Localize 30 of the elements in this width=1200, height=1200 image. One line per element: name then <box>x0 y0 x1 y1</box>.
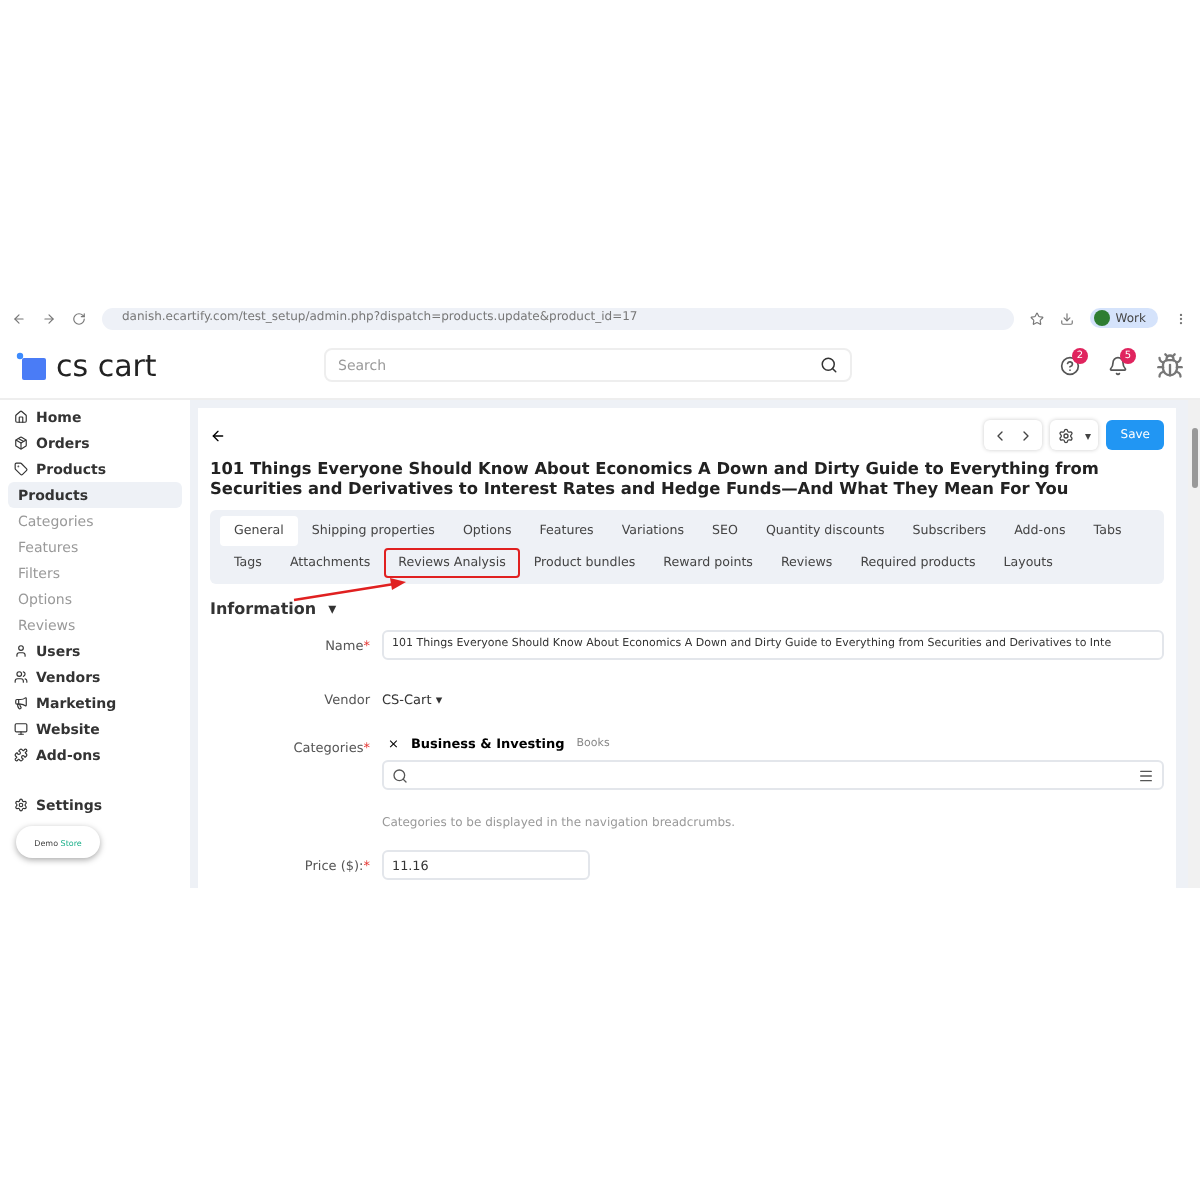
scrollbar-thumb[interactable] <box>1191 428 1197 488</box>
section-title[interactable]: Information <box>210 600 317 618</box>
menu-item-icon <box>14 722 28 736</box>
menu-item-icon <box>14 436 28 450</box>
settings-icon <box>1058 427 1075 443</box>
menu-item-icon <box>14 748 28 762</box>
settings-icon <box>14 798 28 812</box>
menu-icon[interactable] <box>1174 311 1188 325</box>
avatar-icon[interactable] <box>1156 351 1184 379</box>
download-icon[interactable] <box>1059 311 1074 325</box>
search-icon[interactable] <box>820 356 838 374</box>
product-title: 101 Things Everyone Should Know About Economics A Down and Dirty Guide to Everything from Securities and Derivatives to Interest Rates and Hedge Funds—And What They Mean For You <box>210 458 1101 498</box>
back-icon[interactable] <box>12 311 26 325</box>
menu-item-icon <box>14 462 28 476</box>
menu-item-icon <box>14 696 28 710</box>
annotation-arrow <box>294 574 410 602</box>
pagination-buttons[interactable] <box>984 420 1043 450</box>
caret-icon[interactable]: ▾ <box>328 600 337 618</box>
back-arrow-icon[interactable] <box>210 427 226 443</box>
logo-text: cs cart <box>56 347 157 383</box>
star-icon[interactable] <box>1029 311 1044 325</box>
menu-item-icon <box>14 644 28 658</box>
reload-icon[interactable] <box>72 311 86 325</box>
menu-item-icon <box>14 410 28 424</box>
logo-icon <box>16 351 48 379</box>
menu-icon[interactable] <box>1138 767 1154 783</box>
forward-icon[interactable] <box>42 311 56 325</box>
menu-item-icon <box>14 670 28 684</box>
category-search-field[interactable] <box>382 760 1164 790</box>
search-icon <box>392 767 408 783</box>
